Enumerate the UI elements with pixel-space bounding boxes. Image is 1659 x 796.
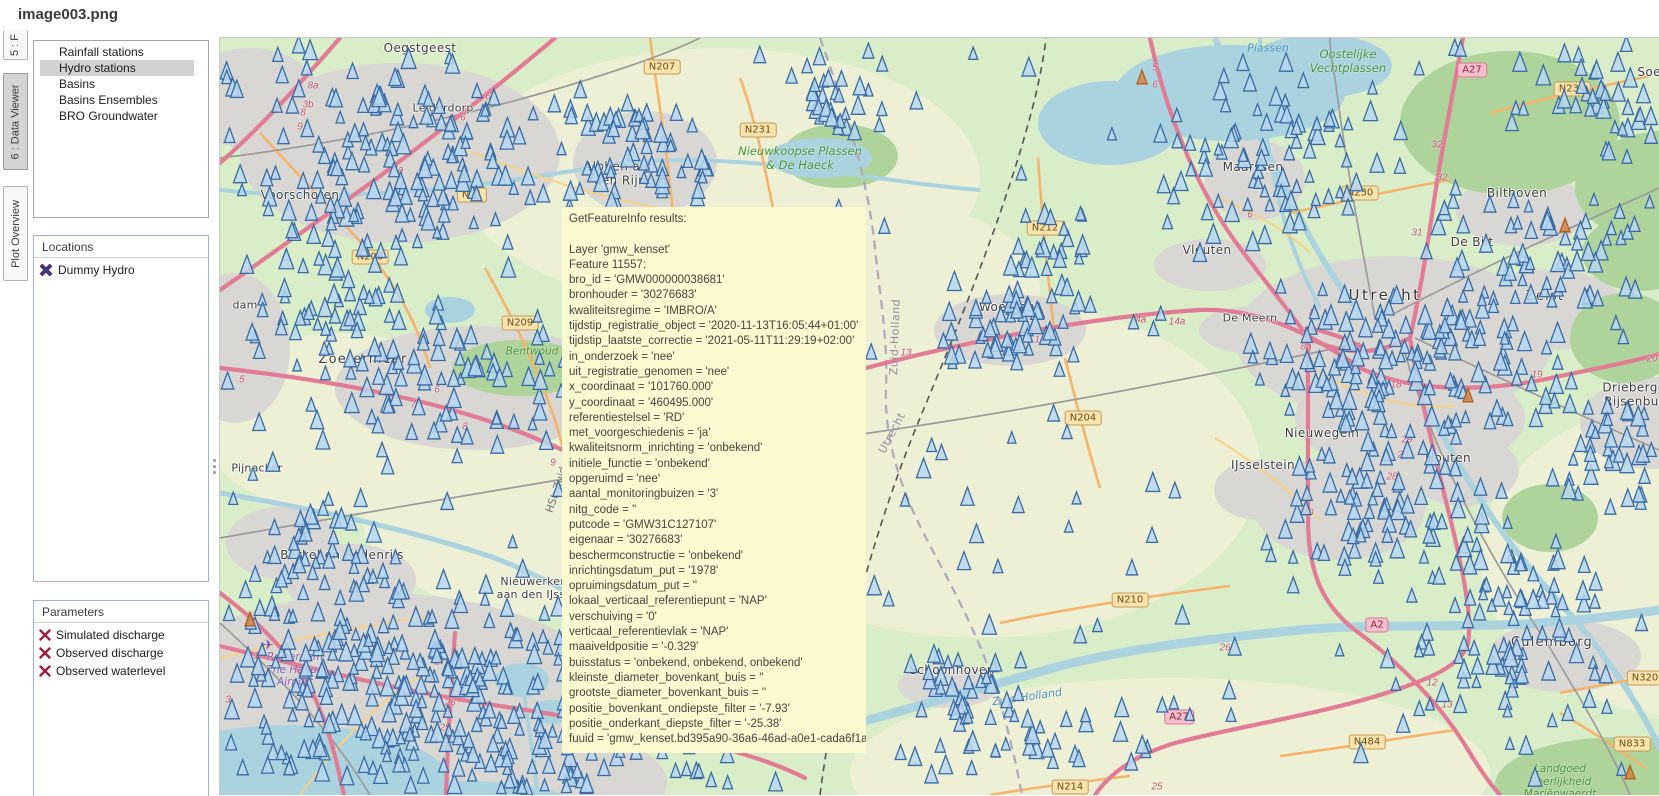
tab-6-data-viewer[interactable]: 6 : Data Viewer [3,73,28,170]
panel-splitter-handle[interactable] [211,459,218,479]
gfi-line: grootste_diameter_bovenkant_buis = '' [569,686,866,701]
gfi-line: tijdstip_registratie_object = '2020-11-1… [569,319,866,334]
gfi-line: kleinste_diameter_bovenkant_buis = '' [569,671,866,686]
red-x-icon [39,665,51,677]
red-x-icon [39,629,51,641]
parameter-item-label: Observed waterlevel [56,664,165,678]
gfi-line: maaiveldpositie = '-0.329' [569,640,866,655]
parameter-item-simulated-discharge[interactable]: Simulated discharge [34,626,208,644]
layer-item-rainfall-stations[interactable]: Rainfall stations [40,44,194,60]
gfi-line: buisstatus = 'onbekend, onbekend, onbeke… [569,656,866,671]
layer-item-bro-groundwater[interactable]: BRO Groundwater [40,108,194,124]
layer-item-basins-ensembles[interactable]: Basins Ensembles [40,92,194,108]
gfi-line: met_voorgeschiedenis = 'ja' [569,426,866,441]
gfi-line: x_coordinaat = '101760.000' [569,380,866,395]
parameters-header: Parameters [34,601,208,623]
layer-item-hydro-stations[interactable]: Hydro stations [40,60,194,76]
gfi-line: kwaliteitsnorm_inrichting = 'onbekend' [569,441,866,456]
gfi-line: y_coordinaat = '460495.000' [569,396,866,411]
gfi-line: uit_registratie_genomen = 'nee' [569,365,866,380]
gfi-line: Layer 'gmw_kenset' [569,243,866,258]
getfeatureinfo-tooltip: GetFeatureInfo results: Layer 'gmw_kense… [562,207,866,753]
parameters-list: Simulated discharge Observed discharge Obs… [34,623,208,680]
vertical-tabstrip: 5 : F 6 : Data Viewer Plot Overview [0,0,31,795]
window-title: image003.png [18,6,118,23]
gfi-line: eigenaar = '30276683' [569,533,866,548]
gfi-line: GetFeatureInfo results: [569,212,866,227]
gfi-line: bronhouder = '30276683' [569,288,866,303]
gfi-line: positie_onderkant_diepste_filter = '-25.… [569,717,866,732]
map-viewport[interactable]: OegstgeestLeiderdorpVoorschotenAlphen aa… [219,37,1659,795]
gfi-line: tijdstip_laatste_correctie = '2021-05-11… [569,334,866,349]
tab-plot-overview[interactable]: Plot Overview [3,186,28,281]
gfi-line: aantal_monitoringbuizen = '3' [569,487,866,502]
gfi-line: Feature 11557: [569,258,866,273]
gfi-line: inrichtingsdatum_put = '1978' [569,564,866,579]
tab-5-f[interactable]: 5 : F [3,30,28,60]
gfi-line [569,227,866,242]
tab-label: Plot Overview [10,200,22,268]
locations-header: Locations [34,236,208,258]
gfi-line: positie_bovenkant_ondiepste_filter = '-7… [569,702,866,717]
gfi-line: beschermconstructie = 'onbekend' [569,549,866,564]
gfi-line: referentiestelsel = 'RD' [569,411,866,426]
gfi-line: in_onderzoek = 'nee' [569,350,866,365]
gfi-line: opruimingsdatum_put = '' [569,579,866,594]
layer-item-basins[interactable]: Basins [40,76,194,92]
locations-list: Dummy Hydro [34,258,208,279]
tab-label: 5 : F [9,33,21,55]
layers-list: Rainfall stationsHydro stationsBasinsBas… [34,41,208,124]
parameter-item-observed-discharge[interactable]: Observed discharge [34,644,208,662]
gfi-line: putcode = 'GMW31C127107' [569,518,866,533]
gfi-line: fuuid = 'gmw_kenset.bd395a90-36a6-46ad-a… [569,732,866,747]
gfi-line: verticaal_referentievlak = 'NAP' [569,625,866,640]
locations-panel: Locations Dummy Hydro [33,235,209,582]
gfi-line: verschuiving = '0' [569,610,866,625]
gfi-line: nitg_code = '' [569,503,866,518]
gfi-line: initiele_functie = 'onbekend' [569,457,866,472]
parameter-item-label: Simulated discharge [56,628,165,642]
gfi-line: lokaal_verticaal_referentiepunt = 'NAP' [569,594,866,609]
parameter-item-observed-waterlevel[interactable]: Observed waterlevel [34,662,208,680]
red-x-icon [39,647,51,659]
location-item-label: Dummy Hydro [58,263,135,277]
tab-label: 6 : Data Viewer [10,84,22,159]
parameter-item-label: Observed discharge [56,646,163,660]
parameters-panel: Parameters Simulated discharge Observed d… [33,600,209,796]
location-item-dummy-hydro[interactable]: Dummy Hydro [34,261,208,279]
map-base-layer [220,38,1659,795]
gfi-line: kwaliteitsregime = 'IMBRO/A' [569,304,866,319]
gfi-line: opgeruimd = 'nee' [569,472,866,487]
location-x-marker-icon [39,263,53,277]
gfi-line: bro_id = 'GMW000000038681' [569,273,866,288]
layers-panel: Rainfall stationsHydro stationsBasinsBas… [33,40,209,218]
